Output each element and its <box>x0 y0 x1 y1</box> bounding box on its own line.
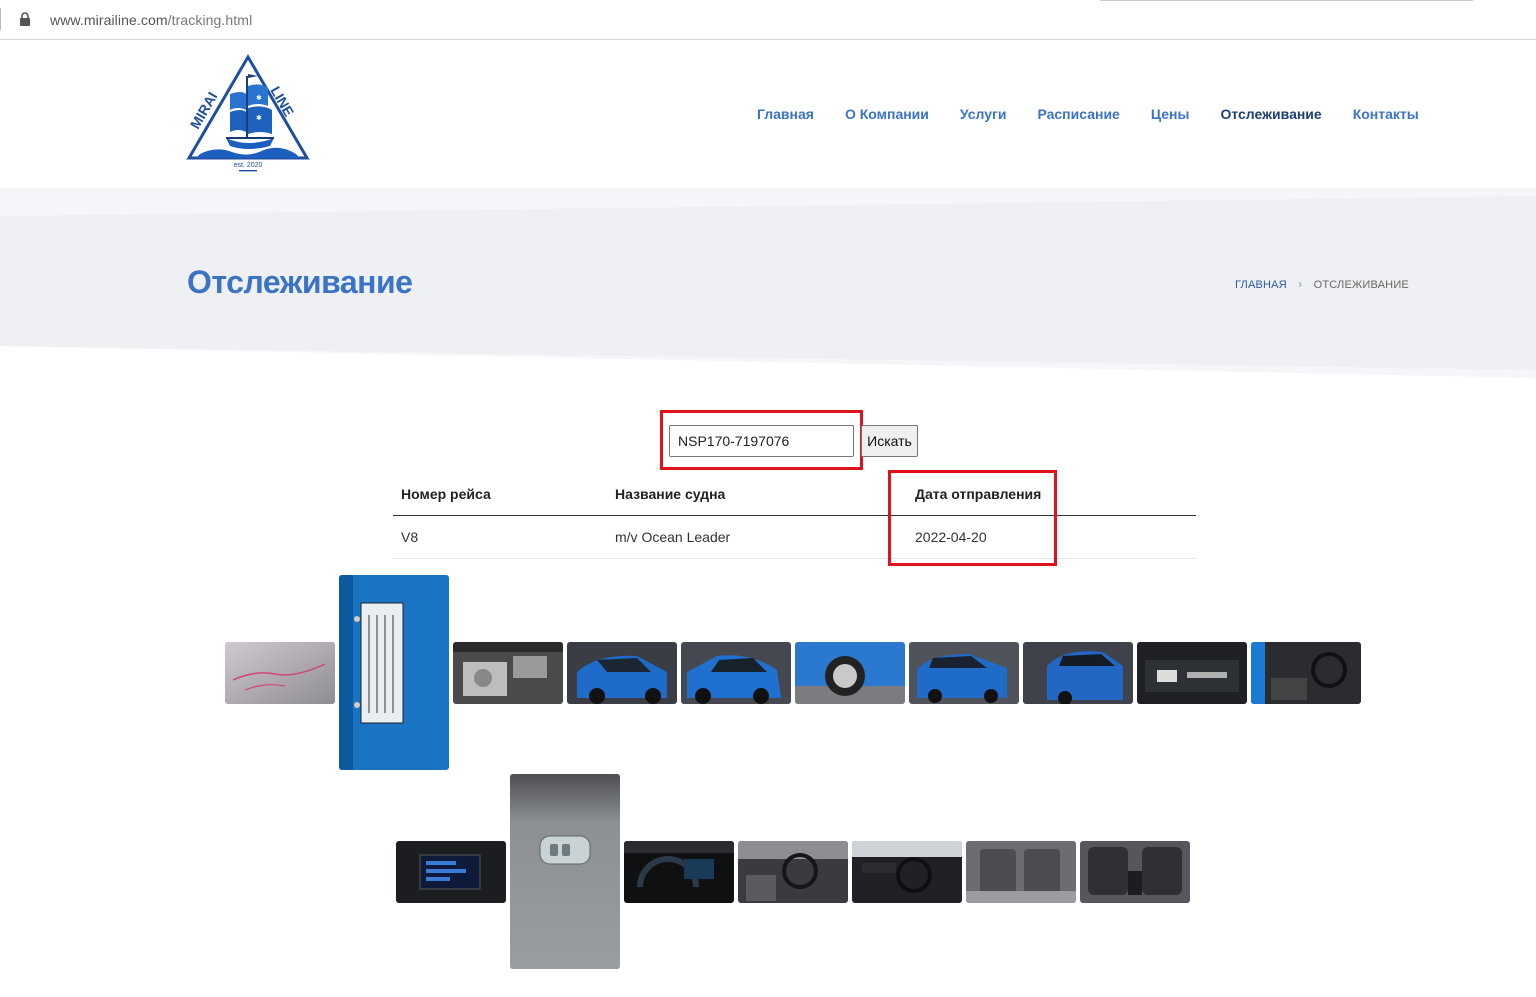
nav-prices[interactable]: Цены <box>1151 106 1190 122</box>
page-title: Отслеживание <box>187 264 413 300</box>
wheel-photo[interactable] <box>795 642 905 704</box>
nav-schedule[interactable]: Расписание <box>1037 106 1119 122</box>
driver-seat-photo[interactable] <box>1251 642 1361 704</box>
highlight-box-date <box>888 470 1057 566</box>
engine-photo[interactable] <box>453 642 563 704</box>
vin-plate-photo[interactable] <box>339 575 449 770</box>
url-path: /tracking.html <box>167 12 253 28</box>
lock-icon <box>20 12 30 26</box>
dashboard-photo[interactable] <box>852 841 962 903</box>
navigation-screen-photo[interactable] <box>396 841 506 903</box>
nav-contacts[interactable]: Контакты <box>1353 106 1419 122</box>
dashboard-left-photo[interactable] <box>738 841 848 903</box>
tracking-search-input[interactable] <box>669 425 854 457</box>
browser-address-bar: www.mirailine.com/tracking.html <box>0 0 1536 40</box>
cell-voyage: V8 <box>401 529 419 545</box>
url-domain: www.mirailine.com <box>50 12 168 28</box>
column-header-vessel: Название судна <box>615 486 726 502</box>
url-field[interactable]: www.mirailine.com/tracking.html <box>50 12 252 28</box>
main-nav: Главная О Компании Услуги Расписание Цен… <box>757 106 1450 122</box>
nav-tracking[interactable]: Отслеживание <box>1220 106 1321 122</box>
rear-seats-photo[interactable] <box>966 841 1076 903</box>
tab-divider <box>0 8 1 30</box>
svg-text:✱: ✱ <box>256 114 262 122</box>
nav-home[interactable]: Главная <box>757 106 814 122</box>
trunk-photo[interactable] <box>1137 642 1247 704</box>
toolbar-edge <box>1100 0 1473 1</box>
nav-about[interactable]: О Компании <box>845 106 929 122</box>
rear-left-photo[interactable] <box>909 642 1019 704</box>
breadcrumb-current: ОТСЛЕЖИВАНИЕ <box>1313 279 1409 291</box>
front-seats-photo[interactable] <box>1080 841 1190 903</box>
front-right-photo[interactable] <box>681 642 791 704</box>
rear-right-photo[interactable] <box>1023 642 1133 704</box>
search-button[interactable]: Искать <box>861 425 918 457</box>
cell-vessel: m/v Ocean Leader <box>615 529 731 545</box>
header-divider <box>393 515 1196 516</box>
instrument-cluster-photo[interactable] <box>624 841 734 903</box>
front-left-photo[interactable] <box>567 642 677 704</box>
svg-text:✱: ✱ <box>256 94 262 102</box>
logo-est: est. 2020 <box>234 162 263 169</box>
breadcrumb: ГЛАВНАЯ › ОТСЛЕЖИВАНИЕ <box>1235 277 1409 291</box>
chassis-number-photo[interactable] <box>225 642 335 704</box>
column-header-voyage: Номер рейса <box>401 486 491 502</box>
breadcrumb-home[interactable]: ГЛАВНАЯ <box>1235 279 1287 291</box>
row-divider <box>393 558 1196 559</box>
smart-key-photo[interactable] <box>510 774 620 969</box>
mirai-line-logo[interactable]: ✱ ✱ MIRAI LINE est. 2020 <box>186 54 310 174</box>
chevron-right-icon: › <box>1298 277 1303 291</box>
nav-services[interactable]: Услуги <box>960 106 1007 122</box>
